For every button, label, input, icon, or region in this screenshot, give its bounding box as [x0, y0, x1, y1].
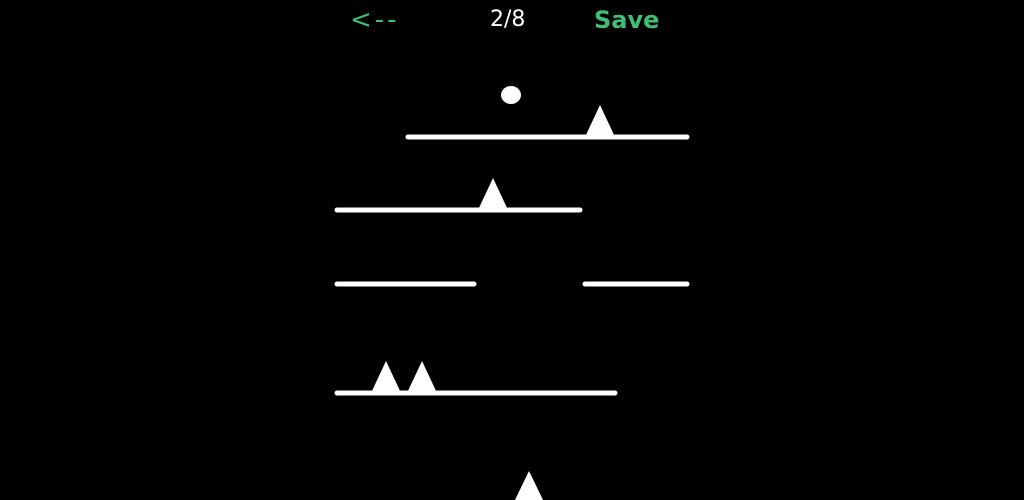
- game-field: [334, 86, 690, 500]
- spike-obstacle: [371, 361, 401, 393]
- spike-obstacle: [478, 178, 508, 210]
- spike-obstacle: [407, 361, 437, 393]
- game-screen: <-- 2/8 Save: [0, 0, 1024, 500]
- spike-obstacle: [585, 105, 615, 137]
- player-ball: [501, 86, 521, 104]
- spike-obstacle: [514, 471, 544, 500]
